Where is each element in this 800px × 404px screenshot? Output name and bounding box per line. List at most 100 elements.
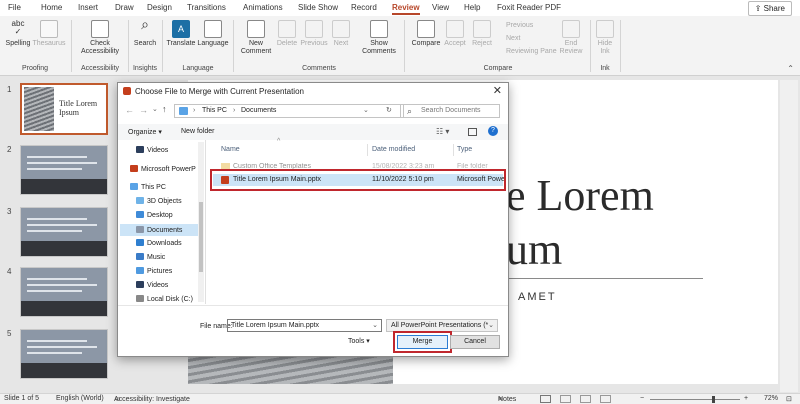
preview-pane-icon[interactable] [468, 128, 477, 136]
check-accessibility-button[interactable]: Check Accessibility [78, 20, 122, 56]
divider [128, 20, 129, 72]
spelling-button[interactable]: abc ✓ Spelling [4, 20, 32, 48]
slide-scrollbar[interactable] [780, 80, 798, 392]
search-documents-input[interactable]: ⌕ Search Documents [400, 104, 500, 118]
forward-icon[interactable]: → [139, 105, 148, 115]
dialog-command-bar: Organize ▾ New folder ☷ ▾ ? [118, 124, 508, 140]
view-options-icon[interactable]: ☷ ▾ [436, 127, 449, 136]
language-button[interactable]: Language [197, 20, 229, 48]
tab-slide-show[interactable]: Slide Show [298, 3, 338, 12]
end-review-button[interactable]: End Review [558, 20, 584, 56]
nav-item-documents[interactable]: Documents [120, 224, 204, 236]
divider [162, 20, 163, 72]
tab-foxit[interactable]: Foxit Reader PDF [497, 3, 561, 12]
nav-item-this-pc[interactable]: This PC [130, 183, 166, 191]
zoom-out-icon[interactable]: − [640, 395, 644, 402]
tab-view[interactable]: View [432, 3, 449, 12]
file-name-input[interactable]: Title Lorem Ipsum Main.pptx ⌄ [227, 319, 382, 332]
navigation-pane: Videos Microsoft PowerP This PC 3D Objec… [118, 140, 206, 304]
new-comment-button[interactable]: New Comment [240, 20, 272, 56]
address-bar[interactable]: › This PC › Documents ⌄ ↻ [174, 104, 404, 118]
documents-icon [136, 226, 144, 233]
up-icon[interactable]: ↑ [162, 104, 167, 114]
zoom-slider[interactable] [650, 399, 740, 400]
tab-animations[interactable]: Animations [243, 3, 283, 12]
slide-thumbnail-4[interactable] [20, 267, 108, 317]
organize-button[interactable]: Organize ▾ [128, 128, 162, 136]
reading-view-icon[interactable] [580, 395, 591, 403]
hide-ink-button[interactable]: Hide Ink [594, 20, 616, 56]
column-header-name[interactable]: Name [221, 146, 240, 153]
normal-view-icon[interactable] [540, 395, 551, 403]
search-button[interactable]: ⌕ Search [131, 17, 159, 48]
slide-sorter-icon[interactable] [560, 395, 571, 403]
slide-thumbnail-2[interactable] [20, 145, 108, 195]
breadcrumb-this-pc[interactable]: This PC [202, 107, 227, 114]
close-icon[interactable]: ✕ [493, 84, 502, 97]
language-status[interactable]: English (World) [56, 395, 104, 402]
new-folder-button[interactable]: New folder [181, 128, 214, 135]
share-button[interactable]: ⇪ Share [747, 1, 792, 16]
nav-item-music[interactable]: Music [136, 253, 165, 261]
tab-design[interactable]: Design [147, 3, 172, 12]
previous-comment-button[interactable]: Previous [299, 20, 329, 48]
nav-item-desktop[interactable]: Desktop [136, 211, 173, 219]
delete-comment-button[interactable]: Delete [274, 20, 300, 48]
nav-item-3d-objects[interactable]: 3D Objects [136, 197, 182, 205]
cancel-button[interactable]: Cancel [450, 335, 500, 349]
address-dropdown-icon[interactable]: ⌄ [363, 106, 369, 114]
powerpoint-icon [130, 165, 138, 172]
tab-file[interactable]: File [8, 3, 21, 12]
nav-item-videos[interactable]: Videos [136, 146, 168, 154]
zoom-level[interactable]: 72% [764, 395, 778, 402]
compare-button[interactable]: Compare [410, 20, 442, 48]
help-icon[interactable]: ? [488, 126, 498, 136]
reviewing-pane-button[interactable]: Reviewing Pane [506, 48, 557, 55]
slide-thumbnail-5[interactable] [20, 329, 108, 379]
tab-home[interactable]: Home [41, 3, 62, 12]
next-comment-button[interactable]: Next [330, 20, 352, 48]
tab-help[interactable]: Help [464, 3, 480, 12]
recent-locations-icon[interactable]: ⌄ [152, 105, 158, 113]
column-header-date[interactable]: Date modified [372, 146, 415, 153]
slide-subtitle: AMET [518, 291, 557, 303]
slideshow-icon[interactable] [600, 395, 611, 403]
slide-thumbnail-1[interactable]: Title Lorem Ipsum [20, 83, 108, 135]
collapse-ribbon-icon[interactable]: ⌃ [787, 64, 794, 73]
nav-item-downloads[interactable]: Downloads [136, 239, 182, 247]
slide-title-line2: um [506, 225, 563, 274]
refresh-icon[interactable]: ↻ [386, 106, 392, 114]
nav-item-local-disk[interactable]: Local Disk (C:) [136, 295, 193, 303]
translate-button[interactable]: A Translate [166, 20, 196, 48]
previous-change-button[interactable]: Previous [506, 22, 533, 29]
tab-transitions[interactable]: Transitions [187, 3, 226, 12]
reject-button[interactable]: Reject [469, 20, 495, 48]
tab-review[interactable]: Review [392, 3, 420, 15]
fit-to-window-icon[interactable]: ⊡ [786, 395, 792, 403]
compare-icon [417, 20, 435, 38]
nav-scrollbar[interactable] [198, 142, 204, 302]
group-ink-label: Ink [600, 65, 610, 72]
tools-button[interactable]: Tools ▾ [348, 337, 370, 345]
zoom-slider-thumb[interactable] [712, 396, 715, 403]
reject-icon [473, 20, 491, 38]
file-name-dropdown-icon[interactable]: ⌄ [372, 321, 378, 329]
accept-button[interactable]: Accept [442, 20, 468, 48]
nav-item-microsoft-powerpoint[interactable]: Microsoft PowerP [130, 165, 196, 173]
nav-item-pictures[interactable]: Pictures [136, 267, 172, 275]
next-change-button[interactable]: Next [506, 35, 520, 42]
back-icon[interactable]: ← [125, 105, 134, 115]
tab-record[interactable]: Record [351, 3, 377, 12]
tab-insert[interactable]: Insert [78, 3, 98, 12]
share-icon: ⇪ [754, 4, 764, 13]
thesaurus-button[interactable]: Thesaurus [32, 20, 66, 48]
column-header-type[interactable]: Type [457, 146, 472, 153]
nav-scrollbar-thumb[interactable] [199, 202, 203, 272]
nav-item-videos-2[interactable]: Videos [136, 281, 168, 289]
tab-draw[interactable]: Draw [115, 3, 134, 12]
zoom-in-icon[interactable]: + [744, 395, 748, 402]
slide-thumbnail-3[interactable] [20, 207, 108, 257]
breadcrumb-documents[interactable]: Documents [241, 107, 276, 114]
show-comments-button[interactable]: Show Comments [361, 20, 397, 56]
slide-number: 4 [7, 267, 12, 276]
